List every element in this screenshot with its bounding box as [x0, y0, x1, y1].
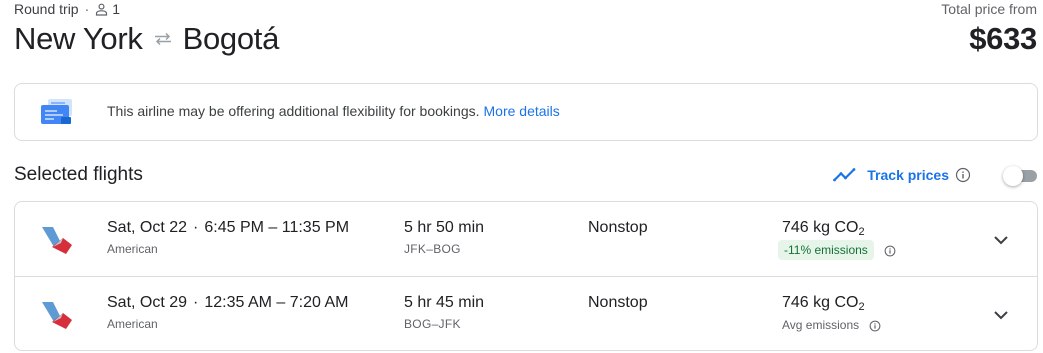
trip-type-label[interactable]: Round trip — [14, 1, 79, 17]
info-icon[interactable] — [869, 320, 881, 332]
meta-separator: · — [84, 1, 90, 17]
flight-times: 12:35 AM – 7:20 AM — [204, 294, 349, 311]
airline-name: American — [107, 242, 158, 256]
american-airlines-logo — [39, 221, 75, 262]
co2-subscript: 2 — [858, 301, 865, 313]
flight-times: 6:45 PM – 11:35 PM — [204, 219, 350, 236]
emissions-badge: -11% emissions — [778, 240, 874, 260]
flight-date-time: Sat, Oct 29 · 12:35 AM – 7:20 AM — [107, 294, 348, 312]
notice-message: This airline may be offering additional … — [107, 103, 560, 119]
toggle-knob — [1003, 166, 1023, 186]
flight-row-outbound[interactable]: Sat, Oct 22 · 6:45 PM – 11:35 PM American … — [15, 202, 1037, 277]
info-icon[interactable] — [955, 167, 971, 183]
flight-date-time: Sat, Oct 22 · 6:45 PM – 11:35 PM — [107, 219, 349, 237]
co2-amount: 746 kg CO — [782, 294, 859, 311]
flexible-booking-icon — [39, 98, 75, 131]
flight-stops: Nonstop — [588, 294, 648, 311]
selected-flights-list: Sat, Oct 22 · 6:45 PM – 11:35 PM American … — [14, 201, 1038, 351]
co2-value: 746 kg CO2 — [782, 294, 865, 313]
flight-duration: 5 hr 45 min — [404, 294, 485, 311]
flexibility-notice: This airline may be offering additional … — [14, 83, 1038, 141]
destination-city: Bogotá — [182, 21, 280, 56]
co2-subscript: 2 — [858, 226, 865, 238]
selected-flights-title: Selected flights — [14, 164, 143, 185]
swap-arrows-icon — [153, 32, 173, 46]
flight-route: BOG–JFK — [404, 317, 461, 331]
total-price: $633 — [969, 21, 1037, 56]
expand-flight-button[interactable] — [990, 305, 1012, 327]
flight-date: Sat, Oct 22 — [107, 219, 188, 236]
trip-meta: Round trip · 1 — [14, 1, 120, 17]
expand-flight-button[interactable] — [990, 230, 1012, 252]
american-airlines-logo — [39, 296, 75, 337]
emissions-label: Avg emissions — [782, 318, 860, 332]
flight-stops: Nonstop — [588, 219, 648, 236]
chevron-down-icon — [993, 232, 1009, 250]
passenger-count[interactable]: 1 — [112, 1, 120, 17]
track-prices-toggle[interactable] — [1003, 166, 1039, 186]
flight-date: Sat, Oct 29 — [107, 294, 188, 311]
person-icon — [95, 3, 108, 16]
flight-route: JFK–BOG — [404, 242, 461, 256]
flight-duration: 5 hr 50 min — [404, 219, 485, 236]
trending-chart-icon — [833, 167, 857, 183]
info-icon[interactable] — [884, 245, 896, 257]
route-title: New York Bogotá — [14, 20, 279, 58]
co2-value: 746 kg CO2 — [782, 219, 865, 238]
price-summary: Total price from $633 — [941, 1, 1037, 57]
flight-row-return[interactable]: Sat, Oct 29 · 12:35 AM – 7:20 AM American … — [15, 277, 1037, 352]
airline-name: American — [107, 317, 158, 331]
date-separator: · — [193, 219, 199, 236]
co2-amount: 746 kg CO — [782, 219, 859, 236]
chevron-down-icon — [993, 307, 1009, 325]
price-label: Total price from — [941, 1, 1037, 17]
notice-text: This airline may be offering additional … — [107, 103, 480, 119]
track-prices[interactable]: Track prices — [833, 167, 971, 183]
date-separator: · — [193, 294, 199, 311]
track-prices-label[interactable]: Track prices — [867, 167, 949, 183]
more-details-link[interactable]: More details — [484, 103, 560, 119]
origin-city: New York — [14, 21, 143, 56]
